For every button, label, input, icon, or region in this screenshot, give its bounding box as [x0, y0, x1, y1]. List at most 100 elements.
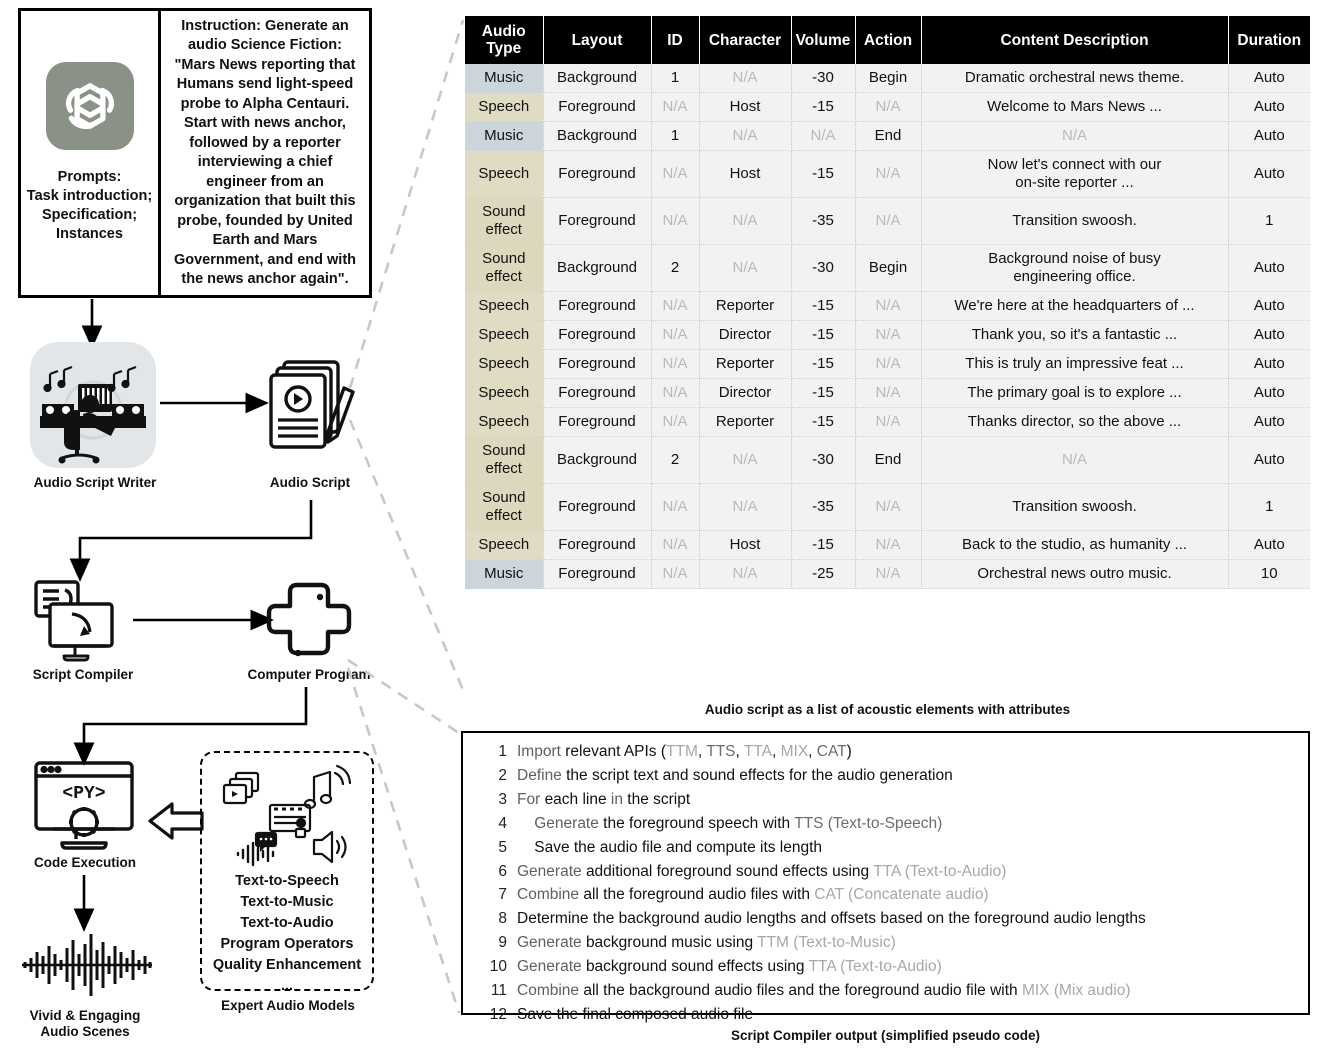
cell-id: N/A: [651, 530, 700, 560]
cell-duration: Auto: [1228, 436, 1310, 484]
cell-content-description: Transition swoosh.: [921, 197, 1229, 245]
cell-duration: 1: [1228, 197, 1310, 245]
audio-script-writer-icon: [28, 340, 158, 470]
cell-id: N/A: [651, 407, 700, 437]
cell-audio-type: Music: [465, 121, 544, 151]
cell-layout: Background: [543, 244, 652, 292]
audio-script-writer-label: Audio Script Writer: [33, 475, 157, 490]
cell-action: Begin: [855, 244, 922, 292]
cell-character: N/A: [699, 64, 792, 93]
vivid-scenes-label: Vivid & Engaging Audio Scenes: [0, 1008, 170, 1040]
table-row: Speech Foreground N/A Host -15 N/A Back to the…: [465, 530, 1310, 560]
expert-model-item: ...: [280, 978, 294, 994]
cell-content-description: Orchestral news outro music.: [921, 559, 1229, 589]
table-row: Speech Foreground N/A Reporter -15 N/A Thanks …: [465, 407, 1310, 437]
cell-character: Reporter: [699, 291, 792, 321]
cell-content-description: Transition swoosh.: [921, 483, 1229, 531]
code-line: 1 Import relevant APIs (TTM, TTS, TTA, MI…: [463, 740, 1308, 764]
table-body: Music Background 1 N/A -30 Begin Dramatic orch…: [465, 64, 1310, 589]
audio-script-label: Audio Script: [269, 475, 351, 490]
cell-audio-type: Speech: [465, 291, 544, 321]
code-line-number: 12: [489, 1005, 507, 1023]
cell-id: N/A: [651, 349, 700, 379]
audio-script-icon: [268, 358, 355, 458]
cell-duration: Auto: [1228, 291, 1310, 321]
table-row: Speech Foreground N/A Director -15 N/A Thank y…: [465, 320, 1310, 350]
cell-duration: Auto: [1228, 530, 1310, 560]
code-line-number: 7: [498, 886, 507, 904]
cell-content-description: This is truly an impressive feat ...: [921, 349, 1229, 379]
code-line: 9 Generate background music using TTM (Te…: [463, 931, 1308, 955]
expert-models-list: Text-to-Speech Text-to-Music Text-to-Aud…: [202, 871, 372, 997]
cell-audio-type: Speech: [465, 407, 544, 437]
cell-action: N/A: [855, 407, 922, 437]
cell-action: N/A: [855, 150, 922, 198]
cell-duration: 10: [1228, 559, 1310, 589]
script-compiler-icon: [32, 578, 132, 666]
cell-audio-type: Sound effect: [465, 483, 544, 531]
cell-action: N/A: [855, 559, 922, 589]
cell-layout: Foreground: [543, 530, 652, 560]
cell-layout: Background: [543, 64, 652, 93]
cell-id: N/A: [651, 559, 700, 589]
models-to-execution-arrow-icon: [148, 800, 204, 842]
table-header-row: Audio Type Layout ID Character Volume Ac…: [465, 16, 1310, 64]
code-line: 3 For each line in the script: [463, 788, 1308, 812]
cell-content-description: Dramatic orchestral news theme.: [921, 64, 1229, 93]
cell-content-description: N/A: [921, 436, 1229, 484]
table-caption: Audio script as a list of acoustic eleme…: [704, 702, 1071, 717]
cell-audio-type: Speech: [465, 320, 544, 350]
cell-duration: Auto: [1228, 244, 1310, 292]
code-line-number: 8: [498, 910, 507, 928]
cell-character: Host: [699, 530, 792, 560]
cell-id: 2: [651, 244, 700, 292]
code-line-text: Import relevant APIs (TTM, TTS, TTA, MIX…: [517, 743, 852, 761]
table-row: Sound effect Background 2 N/A -30 End N/A Auto: [465, 436, 1310, 484]
cell-id: N/A: [651, 92, 700, 122]
cell-content-description: We're here at the headquarters of ...: [921, 291, 1229, 321]
vivid-scenes-line1: Vivid & Engaging: [29, 1008, 141, 1023]
cell-content-description: Now let's connect with our on-site report…: [921, 150, 1229, 198]
cell-content-description: Background noise of busy engineering offi…: [921, 244, 1229, 292]
cell-duration: Auto: [1228, 407, 1310, 437]
cell-audio-type: Music: [465, 559, 544, 589]
cell-content-description: Back to the studio, as humanity ...: [921, 530, 1229, 560]
table-row: Speech Foreground N/A Reporter -15 N/A We're h…: [465, 291, 1310, 321]
cell-action: End: [855, 436, 922, 484]
cell-volume: -15: [791, 349, 856, 379]
table-row: Music Background 1 N/A N/A End N/A Auto: [465, 121, 1310, 151]
cell-action: N/A: [855, 92, 922, 122]
code-line-number: 11: [490, 981, 507, 999]
cell-content-description: N/A: [921, 121, 1229, 151]
table-row: Music Background 1 N/A -30 Begin Dramatic orch…: [465, 64, 1310, 93]
cell-character: N/A: [699, 244, 792, 292]
cell-layout: Foreground: [543, 197, 652, 245]
code-line-text: Generate background sound effects using …: [517, 958, 942, 976]
table-row: Sound effect Foreground N/A N/A -35 N/A Transi…: [465, 197, 1310, 245]
code-line-number: 2: [498, 767, 507, 785]
cell-volume: -15: [791, 320, 856, 350]
cell-audio-type: Music: [465, 64, 544, 93]
cell-volume: -35: [791, 483, 856, 531]
table-row: Speech Foreground N/A Host -15 N/A Now let's c…: [465, 150, 1310, 198]
cell-layout: Foreground: [543, 559, 652, 589]
cell-character: Reporter: [699, 407, 792, 437]
code-line-number: 10: [489, 958, 507, 976]
cell-action: N/A: [855, 530, 922, 560]
code-execution-label: Code Execution: [33, 855, 136, 870]
code-line-text: Combine all the background audio files a…: [517, 981, 1131, 999]
cell-layout: Foreground: [543, 291, 652, 321]
code-line-number: 5: [498, 838, 507, 856]
cell-character: Director: [699, 378, 792, 408]
table-row: Speech Foreground N/A Reporter -15 N/A This is…: [465, 349, 1310, 379]
code-line-text: Generate the foreground speech with TTS …: [534, 814, 943, 832]
cell-volume: -15: [791, 407, 856, 437]
cell-character: N/A: [699, 436, 792, 484]
cell-content-description: Thank you, so it's a fantastic ...: [921, 320, 1229, 350]
cell-id: 1: [651, 121, 700, 151]
cell-volume: -15: [791, 92, 856, 122]
cell-layout: Background: [543, 121, 652, 151]
code-line-number: 1: [498, 743, 507, 761]
cell-duration: Auto: [1228, 121, 1310, 151]
cell-audio-type: Sound effect: [465, 244, 544, 292]
